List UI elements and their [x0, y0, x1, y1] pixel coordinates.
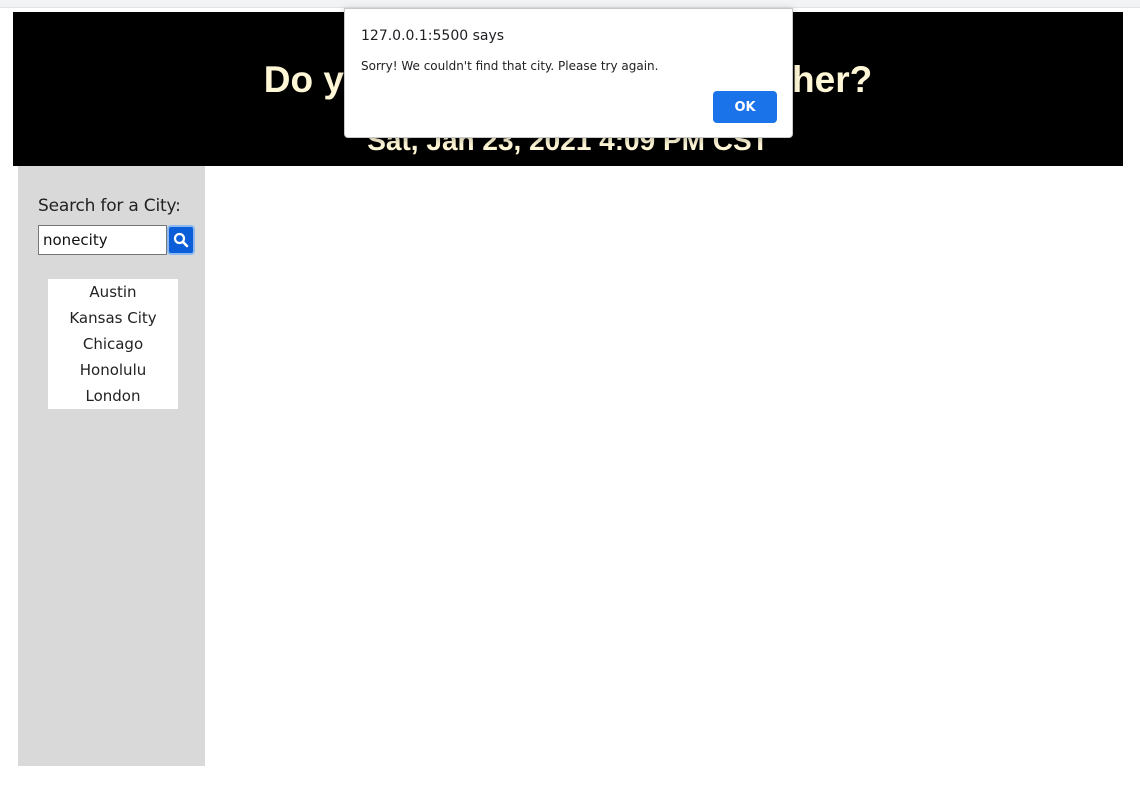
search-button[interactable] [167, 225, 195, 255]
city-item-london[interactable]: London [48, 383, 178, 409]
city-item-chicago[interactable]: Chicago [48, 331, 178, 357]
saved-cities-list: Austin Kansas City Chicago Honolulu Lond… [48, 279, 178, 409]
search-icon [173, 232, 189, 248]
city-search-input[interactable] [38, 225, 167, 255]
sidebar: Search for a City: Austin Kansas City Ch… [18, 166, 205, 766]
city-item-kansas-city[interactable]: Kansas City [48, 305, 178, 331]
dialog-ok-button[interactable]: OK [713, 91, 777, 123]
city-item-austin[interactable]: Austin [48, 279, 178, 305]
browser-top-strip [0, 0, 1140, 8]
search-label: Search for a City: [38, 196, 181, 216]
dialog-origin: 127.0.0.1:5500 says [361, 28, 505, 44]
city-item-honolulu[interactable]: Honolulu [48, 357, 178, 383]
dialog-message: Sorry! We couldn't find that city. Pleas… [361, 59, 659, 73]
alert-dialog: 127.0.0.1:5500 says Sorry! We couldn't f… [344, 8, 793, 138]
